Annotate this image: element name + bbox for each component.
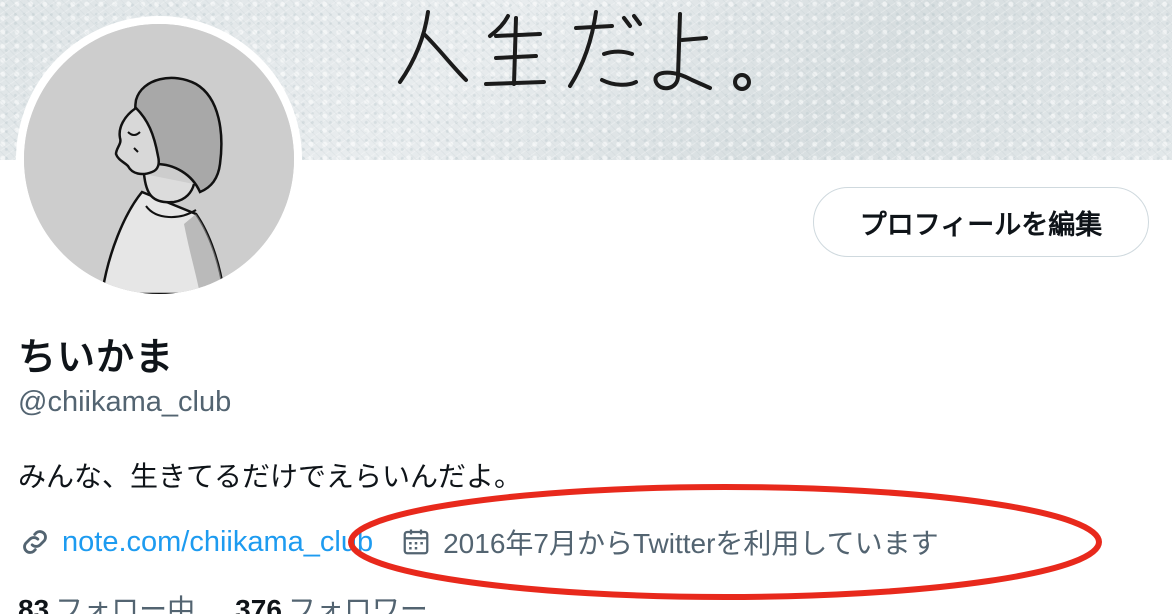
following-count: 83: [18, 594, 50, 614]
follow-stats: 83 フォロー中 376 フォロワー: [18, 588, 468, 614]
edit-profile-button[interactable]: プロフィールを編集: [813, 187, 1149, 257]
display-name: ちいかま: [18, 335, 175, 379]
username-handle: @chiikama_club: [18, 386, 232, 418]
calendar-icon: [403, 529, 429, 555]
profile-meta-row: note.com/chiikama_club 2016年7月からTwitterを…: [18, 520, 939, 564]
avatar-border[interactable]: [16, 16, 302, 302]
followers-label: フォロワー: [287, 593, 428, 614]
banner-handwritten-image: [398, 10, 751, 91]
following-stat[interactable]: 83 フォロー中: [18, 588, 195, 614]
followers-stat[interactable]: 376 フォロワー: [235, 588, 428, 614]
following-label: フォロー中: [55, 593, 196, 614]
followers-count: 376: [235, 594, 282, 614]
avatar-illustration: [24, 24, 294, 294]
profile-page: プロフィールを編集 ちいかま @chiikama_club みんな、生きてるだけ…: [0, 0, 1172, 614]
profile-bio: みんな、生きてるだけでえらいんだよ。: [18, 460, 523, 493]
profile-website-link[interactable]: note.com/chiikama_club: [62, 526, 373, 559]
avatar[interactable]: [24, 24, 294, 294]
joined-date: 2016年7月からTwitterを利用しています: [443, 528, 939, 559]
link-icon: [23, 530, 47, 554]
